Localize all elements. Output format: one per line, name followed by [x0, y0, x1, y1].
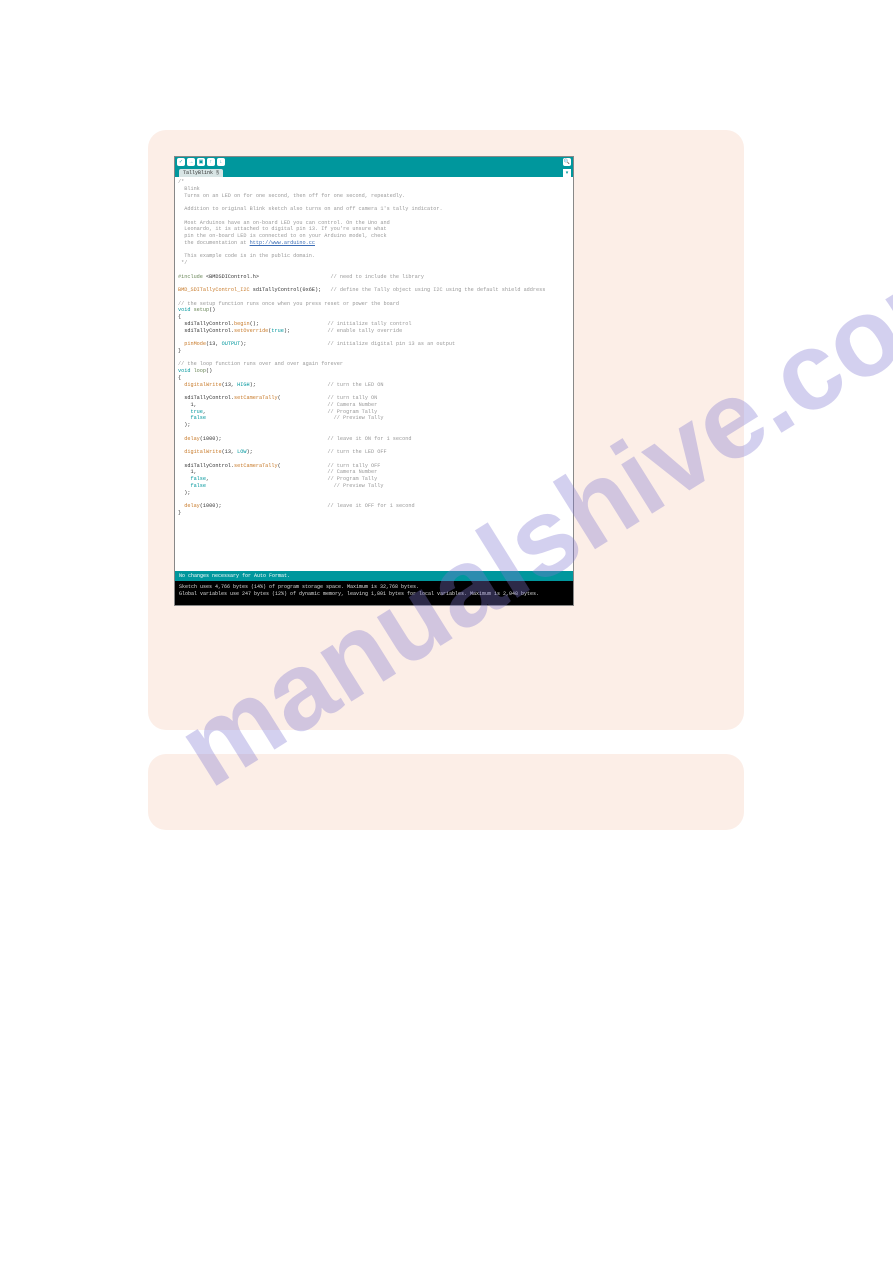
code-keyword: void — [178, 307, 190, 313]
code-bool: false — [178, 476, 206, 482]
serial-monitor-button[interactable]: 🔍 — [563, 158, 571, 166]
code-text: () — [206, 368, 212, 374]
code-text: (1000); — [200, 436, 222, 442]
save-button[interactable]: ↓ — [217, 158, 225, 166]
code-editor[interactable]: /* Blink Turns on an LED on for one seco… — [175, 177, 573, 571]
new-button[interactable]: ▣ — [197, 158, 205, 166]
code-text: sdiTallyControl(0x6E); — [250, 287, 322, 293]
code-comment: // Camera Number — [197, 402, 378, 408]
code-line: Blink — [178, 186, 200, 192]
code-text: <BMDSDIControl.h> — [203, 274, 259, 280]
ide-console: Sketch uses 4,766 bytes (14%) of program… — [175, 581, 573, 605]
code-text: } — [178, 348, 181, 354]
verify-button[interactable]: ✓ — [177, 158, 185, 166]
ide-tab-bar: TallyBlink § ▾ — [175, 167, 573, 177]
code-text: sdiTallyControl. — [178, 395, 234, 401]
code-func: pinMode — [178, 341, 206, 347]
code-text: (13, — [222, 382, 238, 388]
code-comment: // enable tally override — [290, 328, 402, 334]
code-text: } — [178, 510, 181, 516]
code-line: pin the on-board LED is connected to on … — [178, 233, 387, 239]
code-line: */ — [178, 260, 187, 266]
code-keyword: void — [178, 368, 190, 374]
code-const: HIGH — [237, 382, 249, 388]
ide-toolbar: ✓ → ▣ ↑ ↓ 🔍 — [175, 157, 573, 167]
code-text: (13, — [222, 449, 238, 455]
code-text: sdiTallyControl. — [178, 328, 234, 334]
tab-dropdown-icon[interactable]: ▾ — [563, 169, 571, 177]
code-text: 1, — [178, 402, 197, 408]
code-text: 1, — [178, 469, 197, 475]
open-button[interactable]: ↑ — [207, 158, 215, 166]
code-comment: // the setup function runs once when you… — [178, 301, 399, 307]
code-comment: // leave it ON for 1 second — [222, 436, 412, 442]
code-comment: // Preview Tally — [206, 483, 383, 489]
code-text: () — [209, 307, 215, 313]
code-bool: false — [178, 415, 206, 421]
code-text: ); — [178, 422, 190, 428]
code-line: Leonardo, it is attached to digital pin … — [178, 226, 387, 232]
code-link[interactable]: http://www.arduino.cc — [250, 240, 315, 246]
code-type: BMD_SDITallyControl_I2C — [178, 287, 250, 293]
code-text: ); — [178, 490, 190, 496]
code-line: the documentation at — [178, 240, 250, 246]
code-line: Addition to original Blink sketch also t… — [178, 206, 443, 212]
code-keyword: #include — [178, 274, 203, 280]
code-func: loop — [190, 368, 206, 374]
code-comment: // turn tally OFF — [281, 463, 381, 469]
code-text: { — [178, 375, 181, 381]
code-bool: true — [271, 328, 283, 334]
code-comment: // Program Tally — [209, 476, 377, 482]
console-line: Global variables use 247 bytes (12%) of … — [179, 591, 539, 597]
code-comment: // initialize digital pin 13 as an outpu… — [247, 341, 456, 347]
code-const: OUTPUT — [222, 341, 241, 347]
code-method: begin — [234, 321, 250, 327]
code-text: (1000); — [200, 503, 222, 509]
code-comment: // turn the LED ON — [256, 382, 384, 388]
arduino-ide-window: ✓ → ▣ ↑ ↓ 🔍 TallyBlink § ▾ /* Blink Turn… — [174, 156, 574, 606]
code-func: setup — [190, 307, 209, 313]
code-comment: // initialize tally control — [259, 321, 412, 327]
code-comment: // Program Tally — [206, 409, 377, 415]
upload-button[interactable]: → — [187, 158, 195, 166]
code-comment: // the loop function runs over and over … — [178, 361, 343, 367]
code-const: LOW — [237, 449, 246, 455]
code-comment: // Camera Number — [197, 469, 378, 475]
code-line: This example code is in the public domai… — [178, 253, 315, 259]
code-method: setCameraTally — [234, 463, 278, 469]
code-method: setOverride — [234, 328, 268, 334]
code-method: setCameraTally — [234, 395, 278, 401]
code-text: sdiTallyControl. — [178, 321, 234, 327]
code-comment: // turn tally ON — [281, 395, 378, 401]
code-comment: // Preview Tally — [206, 415, 383, 421]
code-line: Turns on an LED on for one second, then … — [178, 193, 405, 199]
content-card-1: ✓ → ▣ ↑ ↓ 🔍 TallyBlink § ▾ /* Blink Turn… — [148, 130, 744, 730]
code-bool: false — [178, 483, 206, 489]
code-text: { — [178, 314, 181, 320]
code-text: (); — [250, 321, 259, 327]
code-line: /* — [178, 179, 184, 185]
code-comment: // need to include the library — [259, 274, 424, 280]
sketch-tab[interactable]: TallyBlink § — [179, 169, 223, 177]
code-func: delay — [178, 436, 200, 442]
code-comment: // turn the LED OFF — [253, 449, 387, 455]
content-card-2 — [148, 754, 744, 830]
code-func: delay — [178, 503, 200, 509]
code-comment: // leave it OFF for 1 second — [222, 503, 415, 509]
console-line: Sketch uses 4,766 bytes (14%) of program… — [179, 584, 419, 590]
code-text: (13, — [206, 341, 222, 347]
code-comment: // define the Tally object using I2C usi… — [321, 287, 545, 293]
code-func: digitalWrite — [178, 382, 222, 388]
code-func: digitalWrite — [178, 449, 222, 455]
code-line: Most Arduinos have an on-board LED you c… — [178, 220, 390, 226]
code-text: sdiTallyControl. — [178, 463, 234, 469]
code-bool: true — [178, 409, 203, 415]
ide-status-bar: No changes necessary for Auto Format. — [175, 571, 573, 581]
